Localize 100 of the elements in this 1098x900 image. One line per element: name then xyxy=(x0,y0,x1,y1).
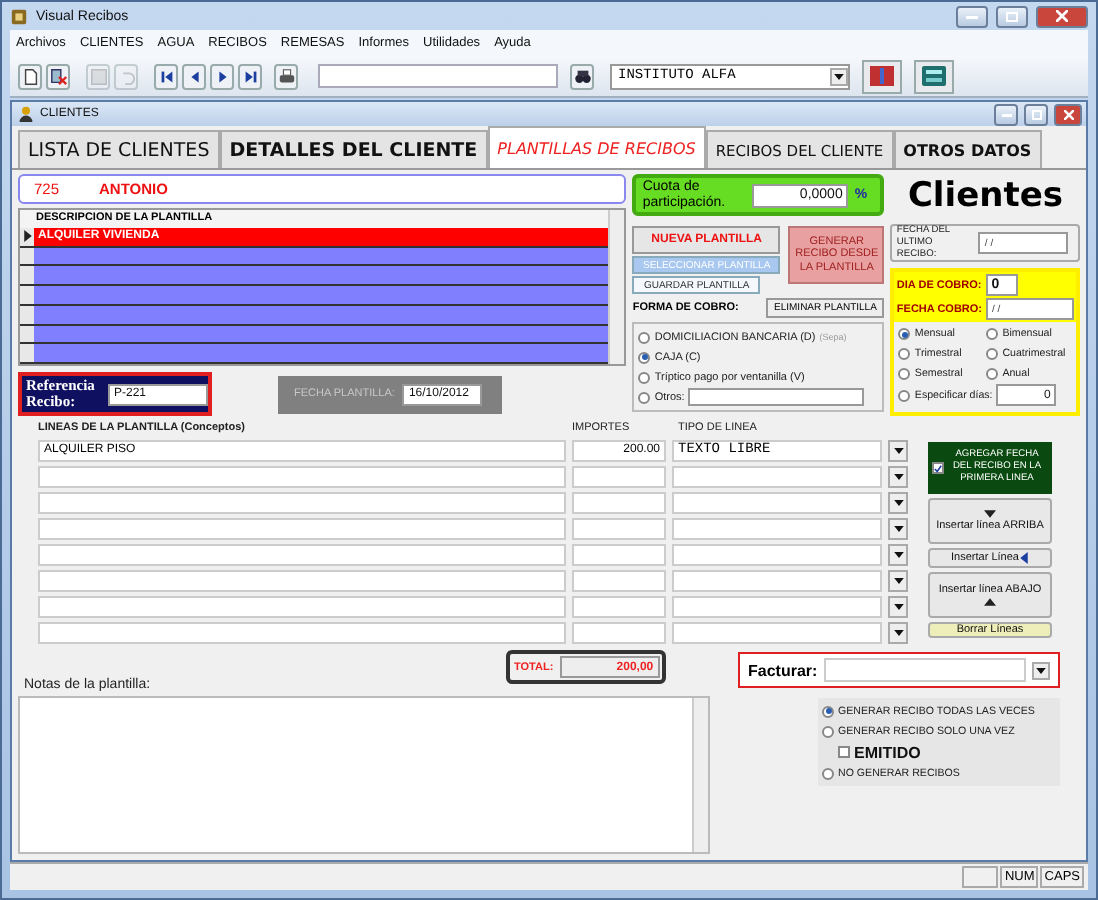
amount-field[interactable] xyxy=(572,595,666,618)
dropdown-button[interactable] xyxy=(888,569,908,592)
radio-button[interactable] xyxy=(638,331,651,343)
concept-field[interactable] xyxy=(38,491,566,514)
radio-button[interactable] xyxy=(638,351,651,363)
caret-icon xyxy=(893,603,903,610)
toolbar-button[interactable] xyxy=(862,59,902,93)
find-button[interactable] xyxy=(570,63,594,89)
concept-field[interactable] xyxy=(38,465,566,488)
radio-button[interactable] xyxy=(822,767,834,779)
radio-button[interactable] xyxy=(822,725,834,737)
dropdown-button[interactable] xyxy=(830,67,848,85)
up-triangle-icon xyxy=(984,598,996,606)
toolbar-button[interactable] xyxy=(210,63,234,89)
dropdown-button[interactable] xyxy=(888,465,908,488)
maximize-button[interactable] xyxy=(996,5,1028,27)
book-icon xyxy=(868,64,896,88)
line-type-field[interactable] xyxy=(672,543,882,566)
row-header-cell[interactable] xyxy=(20,344,34,362)
tab[interactable]: OTROS DATOS xyxy=(893,130,1042,168)
restore-button[interactable] xyxy=(1024,103,1048,125)
maximize-icon xyxy=(1006,11,1018,21)
radio-button[interactable] xyxy=(898,367,911,379)
concept-field[interactable] xyxy=(38,517,566,540)
row-header-cell[interactable] xyxy=(20,286,34,304)
radio-button[interactable] xyxy=(986,328,999,340)
tab[interactable]: PLANTILLAS DE RECIBOS xyxy=(487,126,706,168)
toolbar-button[interactable] xyxy=(914,59,954,93)
dropdown-button[interactable] xyxy=(888,517,908,540)
radio-button[interactable] xyxy=(898,328,911,340)
toolbar-button[interactable] xyxy=(182,63,206,89)
caret-icon xyxy=(893,577,903,584)
section-heading: Clientes xyxy=(905,174,1065,218)
toolbar-button[interactable] xyxy=(154,63,178,89)
tab[interactable]: LISTA DE CLIENTES xyxy=(18,130,220,168)
scrollbar[interactable] xyxy=(692,698,708,852)
radio-button[interactable] xyxy=(638,391,651,403)
amount-field[interactable] xyxy=(572,491,666,514)
print-button[interactable] xyxy=(274,63,298,89)
concept-field[interactable] xyxy=(38,595,566,618)
toolbar-button[interactable] xyxy=(46,63,70,89)
caret-icon xyxy=(893,499,903,506)
radio-button[interactable] xyxy=(898,389,911,402)
dropdown-button[interactable] xyxy=(1032,661,1050,679)
close-icon xyxy=(1056,10,1068,22)
amount-field[interactable] xyxy=(572,517,666,540)
concept-field[interactable] xyxy=(38,569,566,592)
down-triangle-icon xyxy=(984,510,996,518)
dropdown-button[interactable] xyxy=(888,439,908,462)
concept-field[interactable] xyxy=(38,543,566,566)
checkbox-label: EMITIDO xyxy=(854,743,921,761)
printer-icon xyxy=(277,67,295,85)
dropdown-button[interactable] xyxy=(888,595,908,618)
line-type-field[interactable] xyxy=(672,465,882,488)
checkbox[interactable] xyxy=(932,462,944,474)
amount-field[interactable] xyxy=(572,621,666,644)
amount-field[interactable] xyxy=(572,543,666,566)
close-button[interactable] xyxy=(1036,5,1088,27)
row-header-cell[interactable] xyxy=(20,266,34,284)
invoice-field[interactable] xyxy=(823,658,1026,682)
toolbar-button[interactable] xyxy=(238,63,262,89)
checkbox[interactable] xyxy=(838,746,850,758)
new-document-icon xyxy=(21,67,39,85)
concept-field[interactable] xyxy=(38,621,566,644)
search-field[interactable] xyxy=(318,64,558,88)
dropdown-button[interactable] xyxy=(888,543,908,566)
line-type-field[interactable] xyxy=(672,621,882,644)
delete-document-icon xyxy=(49,67,67,85)
radio-button[interactable] xyxy=(822,705,834,717)
close-icon xyxy=(1063,109,1073,119)
calculator-icon xyxy=(920,64,948,88)
line-type-field[interactable] xyxy=(672,517,882,540)
invoice-label: Facturar: xyxy=(748,661,818,679)
first-icon xyxy=(157,67,175,85)
last-icon xyxy=(241,67,259,85)
line-type-field[interactable] xyxy=(672,491,882,514)
other-field[interactable] xyxy=(688,388,865,406)
amount-field[interactable] xyxy=(572,465,666,488)
amount-field[interactable] xyxy=(572,569,666,592)
tab[interactable]: DETALLES DEL CLIENTE xyxy=(219,130,488,168)
notes-field[interactable] xyxy=(18,696,710,854)
radio-button[interactable] xyxy=(898,347,911,360)
minimize-button[interactable] xyxy=(956,5,988,27)
restore-icon xyxy=(1031,109,1041,119)
radio-button[interactable] xyxy=(986,367,999,379)
row-pointer-icon xyxy=(23,230,31,243)
check-icon xyxy=(934,463,942,473)
dropdown-button[interactable] xyxy=(888,621,908,644)
scrollbar[interactable] xyxy=(608,210,625,364)
caret-icon xyxy=(834,73,844,79)
line-type-field[interactable] xyxy=(672,595,882,618)
toolbar-button[interactable] xyxy=(18,63,42,89)
close-button[interactable] xyxy=(1054,103,1082,125)
dropdown-button[interactable] xyxy=(888,491,908,514)
line-type-field[interactable] xyxy=(672,569,882,592)
minimize-button[interactable] xyxy=(994,103,1018,125)
next-icon xyxy=(213,67,231,85)
radio-button[interactable] xyxy=(986,347,999,360)
radio-button[interactable] xyxy=(638,371,651,383)
binoculars-icon xyxy=(573,67,591,85)
